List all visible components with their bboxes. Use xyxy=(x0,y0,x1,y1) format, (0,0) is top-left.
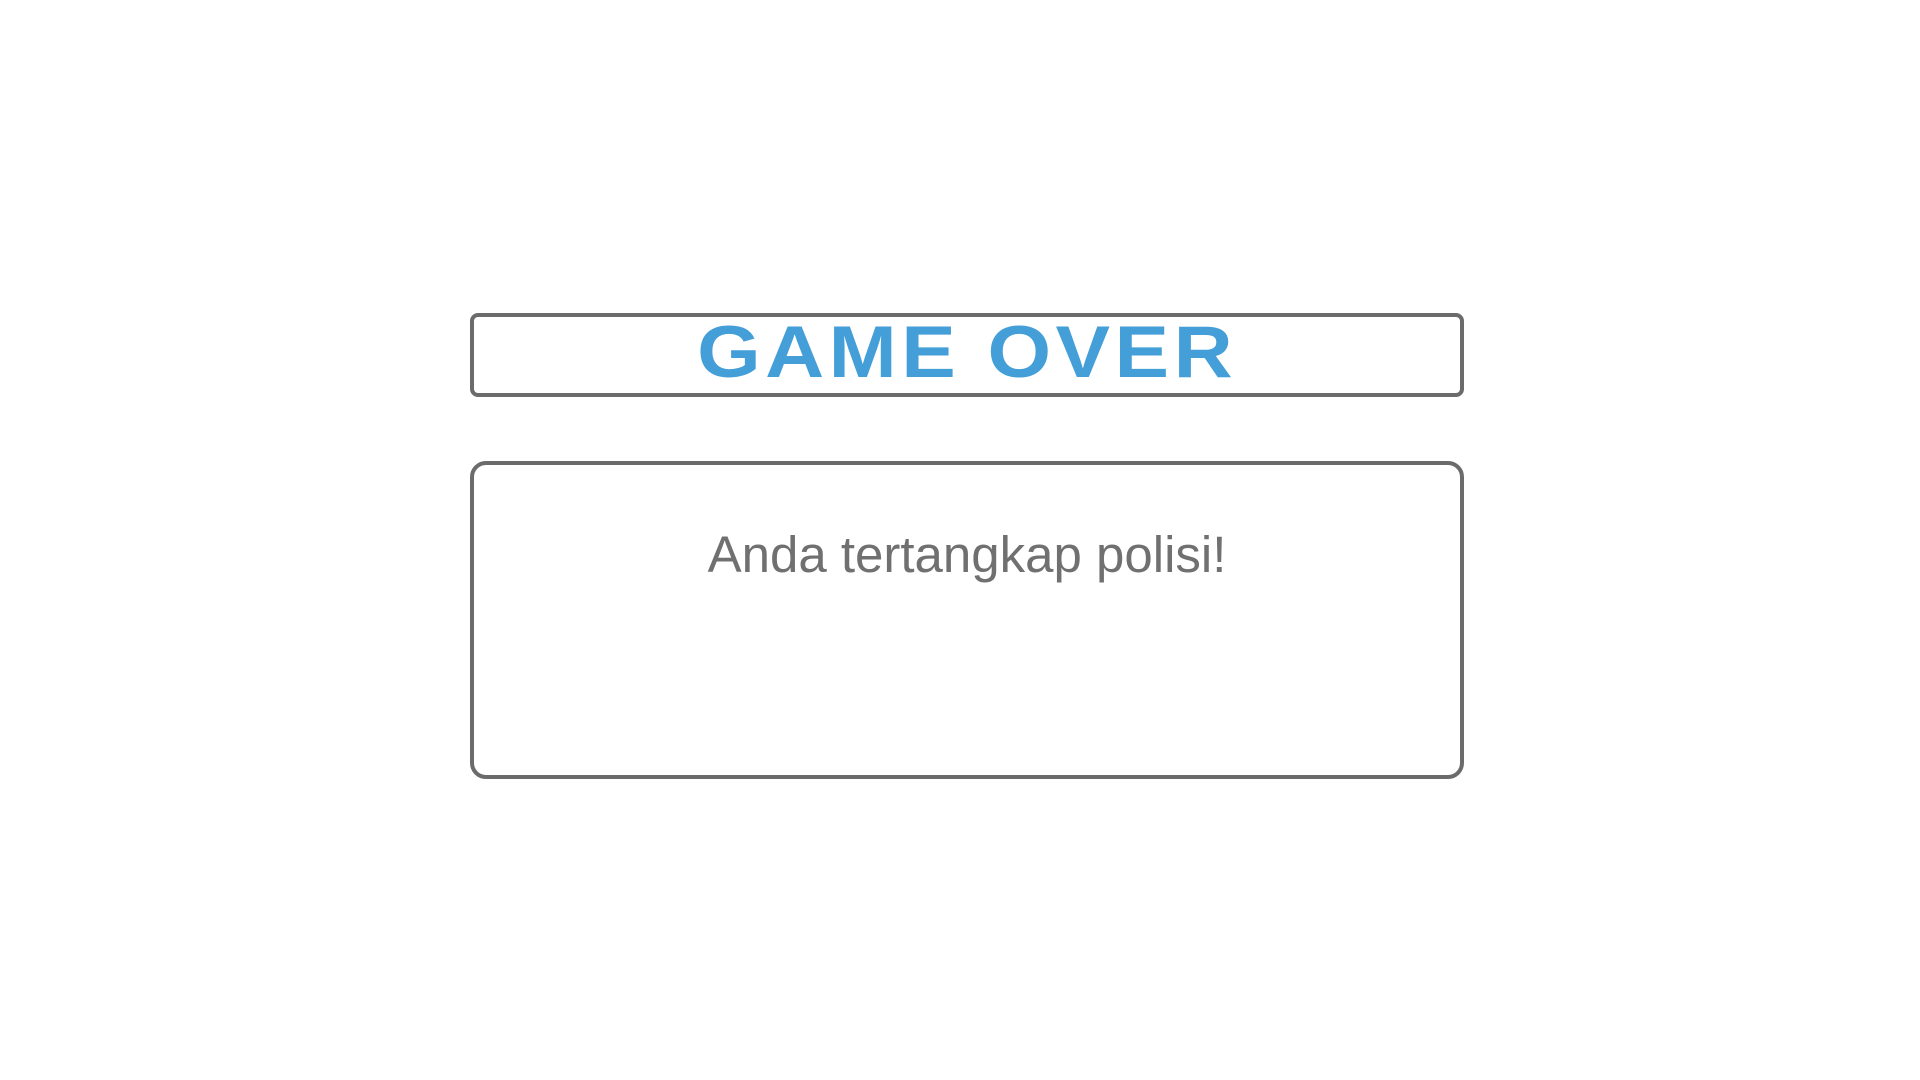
game-over-title-box: GAME OVER xyxy=(470,313,1464,397)
game-over-title: GAME OVER xyxy=(696,311,1238,393)
game-over-message-box: Anda tertangkap polisi! xyxy=(470,461,1464,779)
game-over-message: Anda tertangkap polisi! xyxy=(707,526,1227,583)
